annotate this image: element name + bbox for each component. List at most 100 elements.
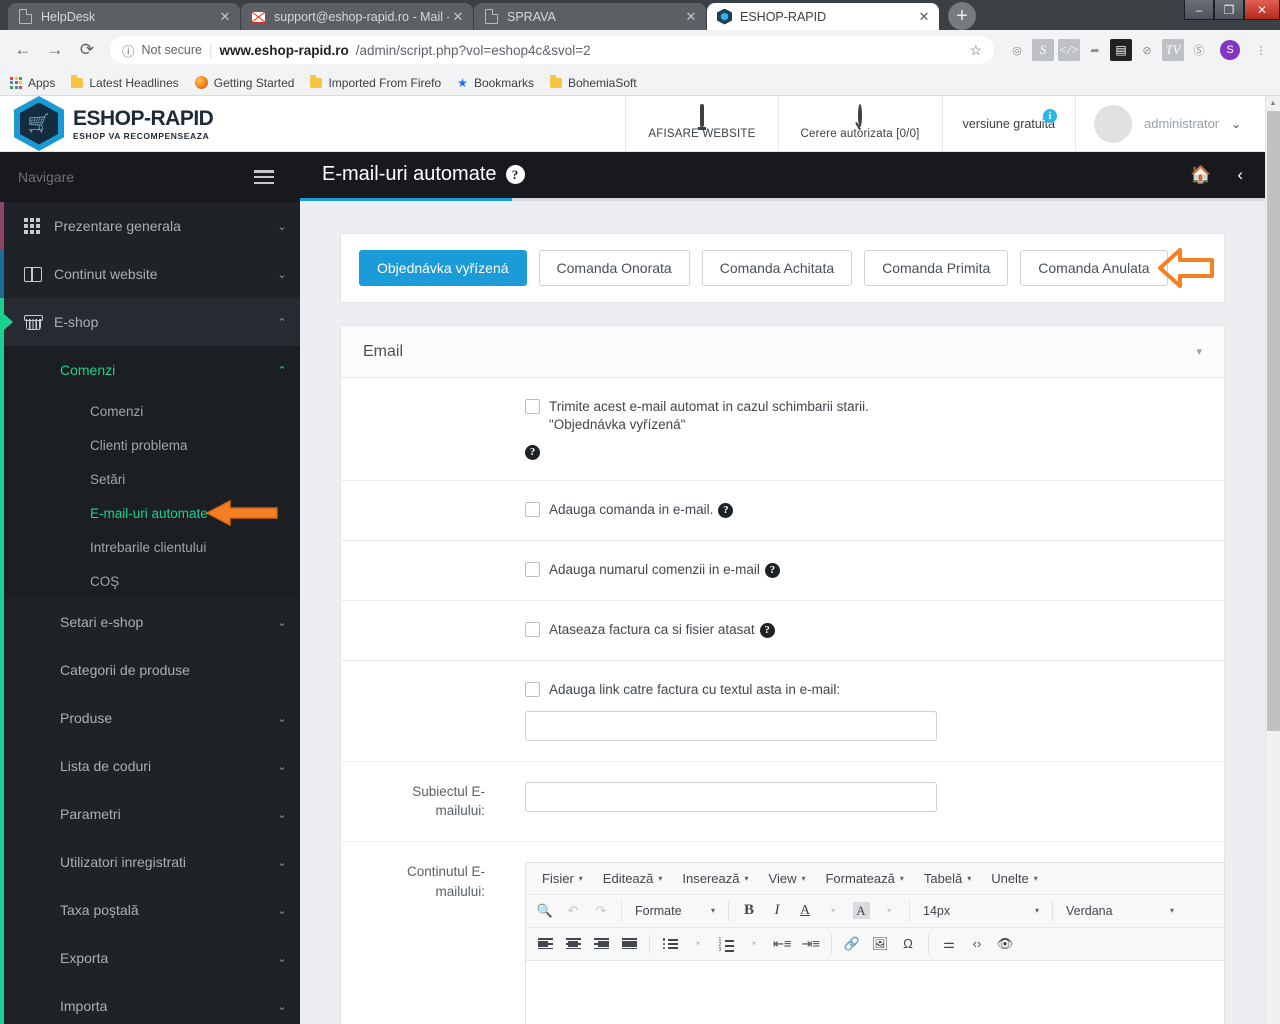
sidebar-item-exporta[interactable]: Exporta ⌄ xyxy=(4,934,300,982)
redo-icon[interactable]: ↷ xyxy=(588,898,614,924)
help-icon[interactable]: ? xyxy=(759,622,775,638)
home-icon[interactable]: 🏠 xyxy=(1190,165,1211,185)
invoice-link-text-input[interactable] xyxy=(525,710,937,741)
chevron-down-icon[interactable]: ⌄ xyxy=(264,952,300,965)
tv-icon[interactable]: TV xyxy=(1162,39,1184,61)
image-icon[interactable]: 🖼 xyxy=(867,931,893,957)
align-justify-icon[interactable] xyxy=(616,931,642,957)
chevron-down-icon[interactable]: ▾ xyxy=(741,931,767,957)
checkbox-invoice-link[interactable] xyxy=(525,681,540,697)
align-right-icon[interactable] xyxy=(588,931,614,957)
checkbox-attach-invoice[interactable] xyxy=(525,621,540,637)
bookmark-bohemiasoft[interactable]: BohemiaSoft xyxy=(549,74,637,90)
search-document-icon[interactable]: 🔍 xyxy=(532,898,558,924)
status-tab-comanda-anulata[interactable]: Comanda Anulata xyxy=(1020,250,1168,287)
undo-icon[interactable]: ↶ xyxy=(560,898,586,924)
sidebar-toggle-button[interactable] xyxy=(228,152,300,202)
formats-dropdown[interactable]: Formate ▾ xyxy=(629,898,721,924)
chevron-down-icon[interactable]: ⌄ xyxy=(264,904,300,917)
preview-eye-icon[interactable]: 👁 xyxy=(992,931,1018,957)
sidebar-link-clienti-problema[interactable]: Clienti problema xyxy=(4,428,300,462)
sidebar-link-intrebarile-clientului[interactable]: Intrebarile clientului xyxy=(4,530,300,564)
status-tab-comanda-onorata[interactable]: Comanda Onorata xyxy=(538,250,690,287)
font-family-dropdown[interactable]: Verdana ▾ xyxy=(1060,898,1180,924)
text-color-button[interactable]: A xyxy=(792,898,818,924)
chevron-up-icon[interactable]: ⌃ xyxy=(264,364,300,377)
info-circle-icon[interactable]: ⓘ xyxy=(122,41,135,60)
sidebar-subitem-comenzi[interactable]: Comenzi ⌃ xyxy=(4,346,300,394)
link-icon[interactable]: 🔗 xyxy=(839,931,865,957)
sidebar-link-setari[interactable]: Setări xyxy=(4,462,300,496)
info-badge-icon[interactable]: i xyxy=(1043,109,1057,123)
chevron-down-icon[interactable]: ⌄ xyxy=(264,616,300,629)
chevron-down-icon[interactable]: ▾ xyxy=(820,898,846,924)
help-icon[interactable]: ? xyxy=(505,165,525,185)
chevron-down-icon[interactable]: ▾ xyxy=(685,931,711,957)
bold-button[interactable]: B xyxy=(736,898,762,924)
chevron-down-icon[interactable]: ⌄ xyxy=(264,220,300,233)
chevron-down-icon[interactable]: ▾ xyxy=(1196,345,1202,358)
indent-icon[interactable]: ⇥≡ xyxy=(797,931,823,957)
bookmark-latest-headlines[interactable]: Latest Headlines xyxy=(71,74,179,90)
sidebar-item-setari-e-shop[interactable]: Setari e-shop ⌄ xyxy=(4,598,300,646)
chevron-down-icon[interactable]: ⌄ xyxy=(264,1000,300,1013)
sidebar-item-e-shop[interactable]: E-shop ⌃ xyxy=(0,298,300,346)
authorized-request-button[interactable]: Cerere autorizata [0/0] xyxy=(777,96,942,151)
bookmark-getting-started[interactable]: Getting Started xyxy=(194,76,294,90)
sidebar-item-taxa-postala[interactable]: Taxa poştală ⌄ xyxy=(4,886,300,934)
help-icon[interactable]: ? xyxy=(525,444,540,460)
maximize-button[interactable]: ❐ xyxy=(1214,0,1244,20)
close-icon[interactable]: ✕ xyxy=(216,9,234,25)
chevron-down-icon[interactable]: ⌄ xyxy=(264,760,300,773)
browser-tab-sprava[interactable]: SPRAVA ✕ xyxy=(474,3,706,30)
chevron-down-icon[interactable]: ⌄ xyxy=(264,268,300,281)
sidebar-item-parametri[interactable]: Parametri ⌄ xyxy=(4,790,300,838)
background-color-button[interactable]: A xyxy=(848,898,874,924)
chevron-down-icon[interactable]: ⌄ xyxy=(264,808,300,821)
special-character-icon[interactable]: Ω xyxy=(895,931,921,957)
bookmark-apps[interactable]: Apps xyxy=(10,76,55,90)
close-icon[interactable]: ✕ xyxy=(682,9,700,25)
back-icon[interactable]: ← xyxy=(8,35,38,65)
editor-menu-editeaza[interactable]: Editează ▾ xyxy=(593,871,673,886)
editor-menu-insereaza[interactable]: Inserează ▾ xyxy=(672,871,758,886)
browser-tab-helpdesk[interactable]: HelpDesk ✕ xyxy=(8,3,240,30)
sidebar-item-lista-de-coduri[interactable]: Lista de coduri ⌄ xyxy=(4,742,300,790)
bullet-list-icon[interactable] xyxy=(657,931,683,957)
email-panel-header[interactable]: Email ▾ xyxy=(341,326,1224,379)
editor-menu-fisier[interactable]: Fisier ▾ xyxy=(532,871,593,886)
chevron-up-icon[interactable]: ⌃ xyxy=(264,316,300,329)
block-icon[interactable]: ⊘ xyxy=(1136,39,1158,61)
browser-tab-eshop-rapid[interactable]: ESHOP-RAPID ✕ xyxy=(707,3,939,30)
close-icon[interactable]: ✕ xyxy=(449,9,467,25)
email-subject-input[interactable] xyxy=(525,781,937,812)
editor-menu-formateaza[interactable]: Formatează ▾ xyxy=(815,871,913,886)
collapse-panel-icon[interactable]: ‹ xyxy=(1237,165,1243,185)
status-tab-comanda-primita[interactable]: Comanda Primita xyxy=(864,250,1009,287)
chevron-down-icon[interactable]: ▾ xyxy=(876,898,902,924)
show-website-button[interactable]: AFISARE WEBSITE xyxy=(625,96,777,151)
bookmark-imported-from-firefox[interactable]: Imported From Firefo xyxy=(310,74,441,90)
editor-menu-unelte[interactable]: Unelte ▾ xyxy=(981,871,1048,886)
align-left-icon[interactable] xyxy=(532,931,558,957)
sidebar-item-produse[interactable]: Produse ⌄ xyxy=(4,694,300,742)
checkbox-add-order[interactable] xyxy=(525,501,540,517)
editor-menu-tabela[interactable]: Tabelă ▾ xyxy=(914,871,981,886)
sidebar-link-cos[interactable]: COŞ xyxy=(4,564,300,598)
sidebar-item-prezentare-generala[interactable]: Prezentare generala ⌄ xyxy=(0,202,300,250)
minimize-button[interactable]: – xyxy=(1184,0,1214,20)
sidebar-item-importa[interactable]: Importa ⌄ xyxy=(4,982,300,1024)
sidebar-item-categorii-de-produse[interactable]: Categorii de produse xyxy=(4,646,300,694)
forward-icon[interactable]: → xyxy=(40,35,70,65)
chevron-down-icon[interactable]: ⌄ xyxy=(1231,117,1241,131)
doc-icon[interactable]: ▤ xyxy=(1110,39,1132,61)
address-bar[interactable]: ⓘ Not secure | www.eshop-rapid.ro/admin/… xyxy=(110,36,994,64)
checkbox-send-auto-email[interactable] xyxy=(525,399,540,415)
numbered-list-icon[interactable]: 123 xyxy=(713,931,739,957)
outdent-icon[interactable]: ⇤≡ xyxy=(769,931,795,957)
editor-content-area[interactable] xyxy=(526,960,1224,1024)
new-tab-button[interactable]: + xyxy=(948,2,976,30)
bracket-icon[interactable]: ◎ xyxy=(1006,39,1028,61)
close-window-button[interactable]: ✕ xyxy=(1244,0,1280,20)
code-icon[interactable]: </> xyxy=(1058,39,1080,61)
